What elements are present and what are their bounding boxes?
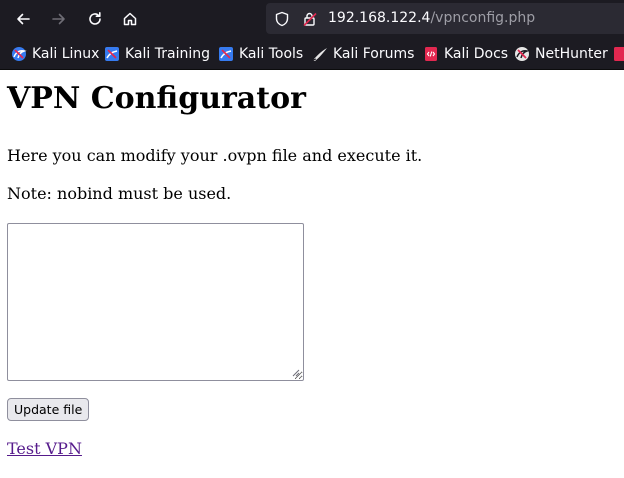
bookmark-kali-forums[interactable]: Kali Forums <box>312 45 414 62</box>
kali-forums-icon <box>312 47 327 61</box>
url-host: 192.168.122.4 <box>328 10 431 26</box>
home-icon <box>123 12 137 26</box>
page-title: VPN Configurator <box>7 81 306 116</box>
bookmark-kali-training[interactable]: Kali Training <box>104 45 210 62</box>
bookmark-label: Kali Training <box>125 45 210 62</box>
forward-button[interactable] <box>45 5 73 33</box>
ovpn-config-textarea[interactable] <box>7 223 304 381</box>
kali-tools-icon <box>219 46 233 61</box>
browser-toolbar: 192.168.122.4/vpnconfig.php <box>0 0 624 38</box>
url-path: /vpnconfig.php <box>430 10 536 26</box>
kali-dragon-icon <box>12 46 27 61</box>
bookmark-kali-tools[interactable]: Kali Tools <box>218 45 303 62</box>
test-vpn-link[interactable]: Test VPN <box>7 439 82 458</box>
note-text: Note: nobind must be used. <box>7 184 232 203</box>
url-text[interactable]: 192.168.122.4/vpnconfig.php <box>328 10 535 26</box>
page-content: VPN Configurator Here you can modify you… <box>0 70 624 478</box>
bookmark-label: Kali Docs <box>444 45 509 62</box>
bookmarks-toolbar: Kali Linux Kali Training Kali Tools Kali… <box>0 38 624 70</box>
bookmark-nethunter[interactable]: NetHunter <box>514 45 608 62</box>
reload-button[interactable] <box>81 5 109 33</box>
bookmark-overflow[interactable] <box>612 45 624 62</box>
bookmark-kali-docs[interactable]: Kali Docs <box>423 45 508 62</box>
bookmark-label: NetHunter <box>535 45 608 62</box>
intro-text: Here you can modify your .ovpn file and … <box>7 146 423 165</box>
forward-arrow-icon <box>52 13 65 25</box>
update-file-button[interactable]: Update file <box>7 398 90 421</box>
bookmark-overflow-icon <box>614 46 624 61</box>
bookmark-label: Kali Forums <box>333 45 415 62</box>
kali-training-icon <box>105 46 119 61</box>
url-bar[interactable]: 192.168.122.4/vpnconfig.php <box>266 3 624 34</box>
bookmark-label: Kali Tools <box>239 45 304 62</box>
home-button[interactable] <box>116 5 144 33</box>
tracking-protection-shield-icon[interactable] <box>274 11 290 27</box>
insecure-lock-icon[interactable] <box>302 11 318 27</box>
back-button[interactable] <box>9 5 37 33</box>
nethunter-icon <box>515 46 530 61</box>
kali-docs-icon <box>425 46 437 61</box>
reload-icon <box>89 12 101 25</box>
back-arrow-icon <box>17 13 30 25</box>
bookmark-kali-linux[interactable]: Kali Linux <box>11 45 99 62</box>
bookmark-label: Kali Linux <box>32 45 100 62</box>
